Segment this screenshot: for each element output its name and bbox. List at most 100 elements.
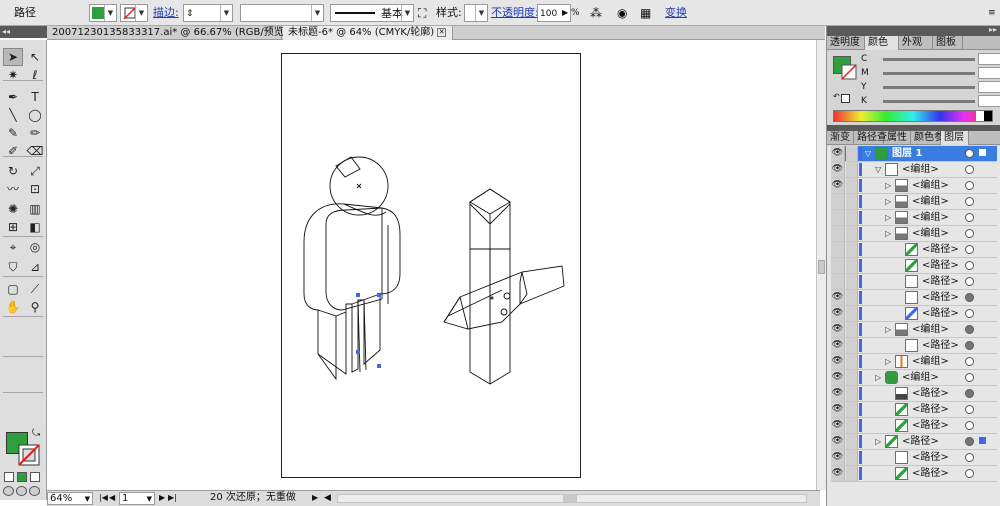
lock-toggle[interactable] xyxy=(846,258,858,273)
lock-toggle[interactable] xyxy=(846,226,858,241)
target-circle-icon[interactable] xyxy=(965,165,974,174)
visibility-eye-icon[interactable]: 👁 xyxy=(831,354,845,369)
lock-toggle[interactable] xyxy=(846,450,858,465)
color-panel-tab[interactable]: 颜色 xyxy=(865,36,899,50)
layer-name[interactable]: 图层 1 xyxy=(892,146,922,161)
select-similar-icon[interactable]: ▦ xyxy=(640,4,651,22)
layer-name[interactable]: <路径> xyxy=(912,450,949,465)
layer-row[interactable]: ▷ <编组> xyxy=(831,226,997,242)
layer-row[interactable]: 👁 <路径> xyxy=(831,290,997,306)
color-mode-icon[interactable] xyxy=(4,472,14,482)
layers-panel-tab[interactable]: 颜色参 xyxy=(911,131,944,145)
color-panel-tab[interactable]: 外观 xyxy=(899,36,933,50)
expand-closed-icon[interactable]: ▷ xyxy=(885,354,893,369)
symbol-sprayer-tool-icon[interactable]: ✺ xyxy=(3,200,23,218)
layer-name[interactable]: <路径> xyxy=(922,290,959,305)
visibility-eye-icon[interactable] xyxy=(831,226,845,241)
layer-name[interactable]: <编组> xyxy=(912,178,949,193)
visibility-eye-icon[interactable]: 👁 xyxy=(831,290,845,305)
expand-open-icon[interactable]: ▽ xyxy=(875,162,883,177)
lock-toggle[interactable] xyxy=(846,274,858,289)
lock-toggle[interactable] xyxy=(846,210,858,225)
blend-tool-icon[interactable]: ◎ xyxy=(25,238,45,256)
lock-toggle[interactable] xyxy=(846,434,858,449)
type-tool-icon[interactable]: T xyxy=(25,88,45,106)
layer-name[interactable]: <路径> xyxy=(922,274,959,289)
expand-closed-icon[interactable]: ▷ xyxy=(885,322,893,337)
swap-fill-stroke-icon[interactable]: ⤿ xyxy=(32,428,40,439)
expand-icon[interactable]: ▸▸ xyxy=(989,25,997,34)
close-icon[interactable]: ✕ xyxy=(437,27,447,37)
visibility-eye-icon[interactable] xyxy=(831,274,845,289)
target-circle-icon[interactable] xyxy=(965,149,974,158)
gradient-mode-icon[interactable] xyxy=(17,472,27,482)
layer-name[interactable]: <路径> xyxy=(912,402,949,417)
visibility-eye-icon[interactable] xyxy=(831,242,845,257)
normal-draw-icon[interactable] xyxy=(3,486,14,496)
layer-name[interactable]: <编组> xyxy=(902,162,939,177)
panel-menu-icon[interactable]: ≡ xyxy=(988,4,996,22)
layer-name[interactable]: <路径> xyxy=(912,386,949,401)
layer-row[interactable]: 👁 <路径> xyxy=(831,450,997,466)
target-circle-icon[interactable] xyxy=(965,373,974,382)
stroke-none-swatch-icon[interactable] xyxy=(18,444,40,466)
mesh-tool-icon[interactable]: ⊞ xyxy=(3,218,23,236)
layer-row[interactable]: 👁 ▽ <编组> xyxy=(831,162,997,178)
layer-row[interactable]: ▷ <编组> xyxy=(831,210,997,226)
yellow-value[interactable] xyxy=(978,81,1000,93)
warp-tool-icon[interactable]: 〰 xyxy=(3,180,23,198)
cyan-value[interactable] xyxy=(978,53,1000,65)
selection-indicator[interactable] xyxy=(979,437,986,444)
outline-artwork[interactable] xyxy=(282,54,582,479)
color-spectrum-bar[interactable] xyxy=(833,110,993,122)
target-circle-icon[interactable] xyxy=(965,277,974,286)
selection-indicator[interactable] xyxy=(979,149,986,156)
recolor-artwork-icon[interactable]: ⛶ xyxy=(418,4,426,22)
direct-selection-tool-icon[interactable]: ↖ xyxy=(25,48,45,66)
visibility-eye-icon[interactable]: 👁 xyxy=(831,322,845,337)
expand-closed-icon[interactable]: ▷ xyxy=(885,226,893,241)
layer-row[interactable]: 👁 ▷ <编组> xyxy=(831,354,997,370)
live-paint-selection-tool-icon[interactable]: ⊿ xyxy=(25,258,45,276)
color-panel-tab[interactable]: 透明度 xyxy=(827,36,865,50)
opacity-panel-link[interactable]: 不透明度: xyxy=(491,4,539,22)
eyedropper-tool-icon[interactable]: ⌖ xyxy=(3,238,23,256)
artboard-number-field[interactable]: 1 ▼ xyxy=(119,492,155,505)
expand-closed-icon[interactable]: ▷ xyxy=(885,178,893,193)
lock-toggle[interactable] xyxy=(846,338,858,353)
black-slider[interactable] xyxy=(883,100,975,103)
target-circle-icon[interactable] xyxy=(965,245,974,254)
paintbrush-tool-icon[interactable]: ✎ xyxy=(3,124,23,142)
visibility-eye-icon[interactable]: 👁 xyxy=(831,386,845,401)
visibility-eye-icon[interactable]: 👁 xyxy=(831,466,845,481)
target-circle-icon[interactable] xyxy=(965,261,974,270)
collapse-icon[interactable]: ◂◂ xyxy=(2,26,10,38)
canvas[interactable] xyxy=(47,40,820,490)
graphic-style-dropdown[interactable]: ▼ xyxy=(464,4,488,22)
expand-closed-icon[interactable]: ▷ xyxy=(885,194,893,209)
layer-name[interactable]: <编组> xyxy=(912,210,949,225)
pencil-tool-icon[interactable]: ✏ xyxy=(25,124,45,142)
zoom-tool-icon[interactable]: ⚲ xyxy=(25,298,45,316)
layer-name[interactable]: <路径> xyxy=(902,434,939,449)
target-circle-icon[interactable] xyxy=(965,405,974,414)
layer-row[interactable]: <路径> xyxy=(831,258,997,274)
yellow-slider[interactable] xyxy=(883,86,975,89)
lock-toggle[interactable] xyxy=(846,386,858,401)
next-artboard-icon[interactable]: ▶ xyxy=(159,492,165,505)
align-options-icon[interactable]: ⁂ xyxy=(590,4,602,22)
layer-name[interactable]: <编组> xyxy=(912,322,949,337)
lock-toggle[interactable] xyxy=(846,418,858,433)
isolate-group-icon[interactable]: ◉ xyxy=(617,4,627,22)
lock-toggle[interactable] xyxy=(846,146,858,161)
magenta-slider[interactable] xyxy=(883,72,975,75)
layer-name[interactable]: <路径> xyxy=(922,306,959,321)
layer-row[interactable]: 👁 ▷ <编组> xyxy=(831,178,997,194)
target-circle-icon[interactable] xyxy=(965,325,974,334)
draw-inside-icon[interactable] xyxy=(29,486,40,496)
layer-name[interactable]: <路径> xyxy=(922,258,959,273)
target-circle-icon[interactable] xyxy=(965,213,974,222)
visibility-eye-icon[interactable]: 👁 xyxy=(831,370,845,385)
draw-behind-icon[interactable] xyxy=(16,486,27,496)
lock-toggle[interactable] xyxy=(846,194,858,209)
